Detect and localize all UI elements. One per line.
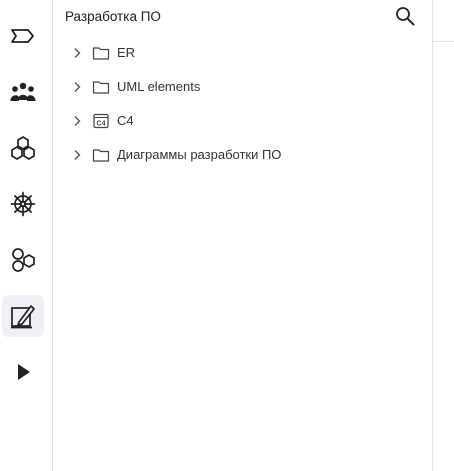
rail-item-tag[interactable] — [2, 15, 44, 57]
chevron-right-icon[interactable] — [71, 115, 83, 127]
rail-item-hexagons[interactable] — [2, 127, 44, 169]
tree-item-label: UML elements — [117, 79, 201, 94]
rail-item-shapes[interactable] — [2, 239, 44, 281]
folder-icon — [92, 47, 110, 60]
tree-item-uml[interactable]: UML elements — [53, 70, 432, 104]
search-icon — [395, 6, 415, 31]
c4-icon: C4 — [93, 113, 109, 129]
tree-item-label: ER — [117, 45, 136, 60]
play-icon — [13, 362, 33, 382]
sidebar-rail — [0, 0, 53, 471]
tree-item-label: Диаграммы разработки ПО — [117, 147, 282, 162]
rail-item-wheel[interactable] — [2, 183, 44, 225]
users-icon — [10, 81, 36, 103]
panel-title: Разработка ПО — [65, 9, 161, 24]
tree-item-c4[interactable]: C4 C4 — [53, 104, 432, 138]
divider — [433, 41, 454, 42]
chevron-right-icon[interactable] — [71, 81, 83, 93]
ship-wheel-icon — [10, 191, 36, 217]
tree-item-er[interactable]: ER — [53, 36, 432, 70]
folder-icon — [92, 81, 110, 94]
rail-item-design[interactable] — [2, 295, 44, 337]
search-button[interactable] — [394, 6, 416, 31]
catalog-panel: Разработка ПО ER UML elements C4 C4 Диаг… — [53, 0, 433, 471]
design-pen-icon — [10, 303, 36, 329]
tag-icon — [10, 27, 36, 45]
chevron-right-icon[interactable] — [71, 149, 83, 161]
folder-icon — [92, 149, 110, 162]
shapes-icon — [10, 247, 36, 273]
rail-item-play[interactable] — [2, 351, 44, 393]
hexagon-cluster-icon — [10, 136, 36, 160]
svg-text:C4: C4 — [97, 121, 106, 128]
tree-item-label: C4 — [117, 113, 134, 128]
tree-item-diagrams[interactable]: Диаграммы разработки ПО — [53, 138, 432, 172]
chevron-right-icon[interactable] — [71, 47, 83, 59]
rail-item-users[interactable] — [2, 71, 44, 113]
